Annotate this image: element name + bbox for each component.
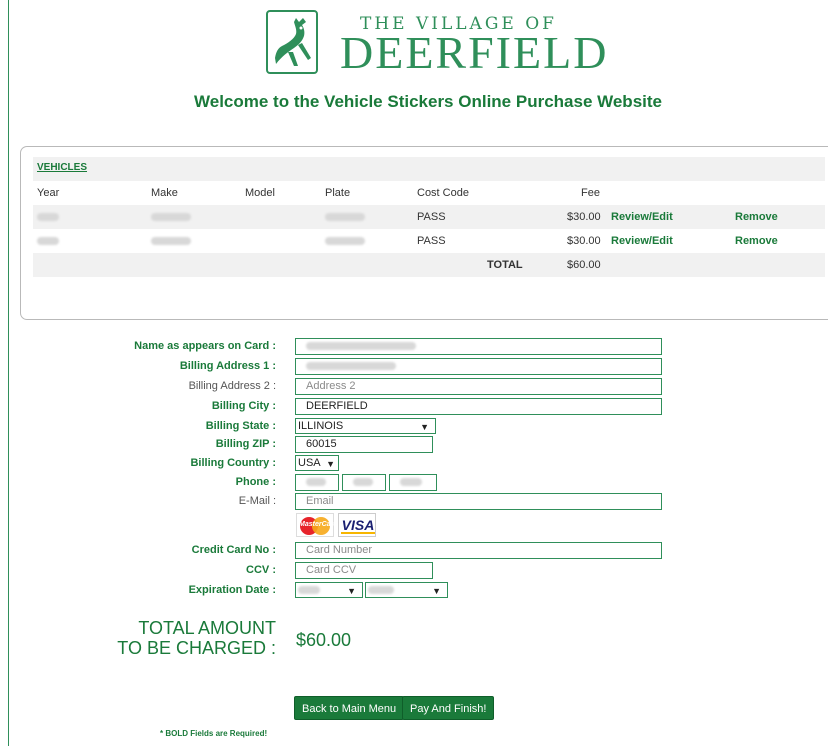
email-input[interactable]: Email bbox=[295, 493, 662, 510]
cost-code: PASS bbox=[417, 211, 446, 223]
state-label: Billing State : bbox=[205, 420, 276, 432]
remove-link[interactable]: Remove bbox=[735, 229, 778, 253]
country-value: USA bbox=[298, 457, 321, 469]
total-value: $60.00 bbox=[567, 259, 601, 271]
exp-month-select[interactable]: ▼ bbox=[295, 582, 363, 598]
dropdown-arrow-icon: ▼ bbox=[432, 586, 441, 596]
redacted-plate bbox=[325, 229, 365, 253]
col-plate: Plate bbox=[325, 187, 351, 199]
email-label: E-Mail : bbox=[238, 495, 276, 507]
vehicles-header-row: Year Make Model Plate Cost Code Fee bbox=[33, 181, 825, 205]
total-label-line1: TOTAL AMOUNT bbox=[138, 618, 276, 638]
remove-link[interactable]: Remove bbox=[735, 205, 778, 229]
zip-label: Billing ZIP : bbox=[215, 438, 276, 450]
fee: $30.00 bbox=[567, 211, 601, 223]
redacted-make bbox=[151, 205, 191, 229]
city-input[interactable]: DEERFIELD bbox=[295, 398, 662, 415]
redacted-year bbox=[37, 205, 59, 229]
zip-input[interactable]: 60015 bbox=[295, 436, 433, 453]
phone-label: Phone : bbox=[235, 476, 276, 488]
city-row: Billing City : DEERFIELD bbox=[0, 398, 828, 416]
country-label: Billing Country : bbox=[190, 457, 276, 469]
col-fee: Fee bbox=[581, 187, 600, 199]
phone-area-input[interactable] bbox=[295, 474, 339, 491]
city-label: Billing City : bbox=[211, 400, 276, 412]
address2-input[interactable]: Address 2 bbox=[295, 378, 662, 395]
address1-row: Billing Address 1 : bbox=[0, 358, 828, 376]
pay-and-finish-button[interactable]: Pay And Finish! bbox=[402, 696, 495, 720]
required-fields-note: * BOLD Fields are Required! bbox=[160, 729, 268, 738]
vehicles-table: VEHICLES Year Make Model Plate Cost Code… bbox=[33, 157, 825, 277]
state-value: ILLINOIS bbox=[298, 420, 344, 432]
ccv-input[interactable]: Card CCV bbox=[295, 562, 433, 579]
state-select[interactable]: ILLINOIS ▼ bbox=[295, 418, 436, 434]
address1-label: Billing Address 1 : bbox=[179, 360, 276, 372]
vehicles-title-link[interactable]: VEHICLES bbox=[33, 162, 87, 173]
review-edit-link[interactable]: Review/Edit bbox=[611, 205, 673, 229]
village-logo: THE VILLAGE OF DEERFIELD bbox=[266, 8, 606, 78]
country-row: Billing Country : USA ▼ bbox=[0, 455, 828, 473]
phone-row: Phone : bbox=[0, 474, 828, 492]
visa-icon: VISA bbox=[338, 513, 376, 537]
col-make: Make bbox=[151, 187, 178, 199]
cc-label: Credit Card No : bbox=[191, 544, 276, 556]
card-number-input[interactable]: Card Number bbox=[295, 542, 662, 559]
total-label-line2: TO BE CHARGED : bbox=[117, 638, 276, 658]
redacted-make bbox=[151, 229, 191, 253]
zip-row: Billing ZIP : 60015 bbox=[0, 436, 828, 454]
email-row: E-Mail : Email bbox=[0, 493, 828, 511]
ccv-row: CCV : Card CCV bbox=[0, 562, 828, 580]
mastercard-icon: MasterCard bbox=[296, 513, 338, 537]
dropdown-arrow-icon: ▼ bbox=[347, 586, 356, 596]
address1-input[interactable] bbox=[295, 358, 662, 375]
name-row: Name as appears on Card : bbox=[0, 338, 828, 356]
fee: $30.00 bbox=[567, 235, 601, 247]
back-to-main-menu-button[interactable]: Back to Main Menu bbox=[294, 696, 405, 720]
vehicles-panel: VEHICLES Year Make Model Plate Cost Code… bbox=[20, 146, 828, 320]
col-model: Model bbox=[245, 187, 275, 199]
cc-row: Credit Card No : Card Number bbox=[0, 542, 828, 560]
logo-title: DEERFIELD bbox=[340, 27, 609, 78]
total-label: TOTAL bbox=[487, 259, 523, 271]
col-year: Year bbox=[37, 187, 60, 199]
table-row: PASS $30.00 Review/Edit Remove bbox=[33, 205, 825, 229]
address2-label: Billing Address 2 : bbox=[188, 380, 276, 392]
total-row: TOTAL $60.00 bbox=[33, 253, 825, 277]
col-cost-code: Cost Code bbox=[417, 187, 469, 199]
address2-row: Billing Address 2 : Address 2 bbox=[0, 378, 828, 396]
redacted-plate bbox=[325, 205, 365, 229]
state-row: Billing State : ILLINOIS ▼ bbox=[0, 418, 828, 436]
table-row: PASS $30.00 Review/Edit Remove bbox=[33, 229, 825, 253]
expiration-row: Expiration Date : ▼ ▼ bbox=[0, 582, 828, 600]
dropdown-arrow-icon: ▼ bbox=[420, 422, 429, 432]
welcome-heading: Welcome to the Vehicle Stickers Online P… bbox=[194, 92, 662, 111]
phone-prefix-input[interactable] bbox=[342, 474, 386, 491]
ccv-label: CCV : bbox=[246, 564, 276, 576]
deer-logo-icon bbox=[266, 10, 318, 74]
phone-line-input[interactable] bbox=[389, 474, 437, 491]
redacted-year bbox=[37, 229, 59, 253]
cost-code: PASS bbox=[417, 235, 446, 247]
total-amount-value: $60.00 bbox=[296, 630, 352, 650]
exp-year-select[interactable]: ▼ bbox=[365, 582, 448, 598]
country-select[interactable]: USA ▼ bbox=[295, 455, 339, 471]
review-edit-link[interactable]: Review/Edit bbox=[611, 229, 673, 253]
name-label: Name as appears on Card : bbox=[134, 340, 276, 352]
total-amount-label: TOTAL AMOUNT TO BE CHARGED : bbox=[100, 618, 276, 658]
expiration-label: Expiration Date : bbox=[188, 584, 276, 596]
dropdown-arrow-icon: ▼ bbox=[326, 459, 335, 469]
name-input[interactable] bbox=[295, 338, 662, 355]
vehicles-title-row: VEHICLES bbox=[33, 157, 825, 181]
